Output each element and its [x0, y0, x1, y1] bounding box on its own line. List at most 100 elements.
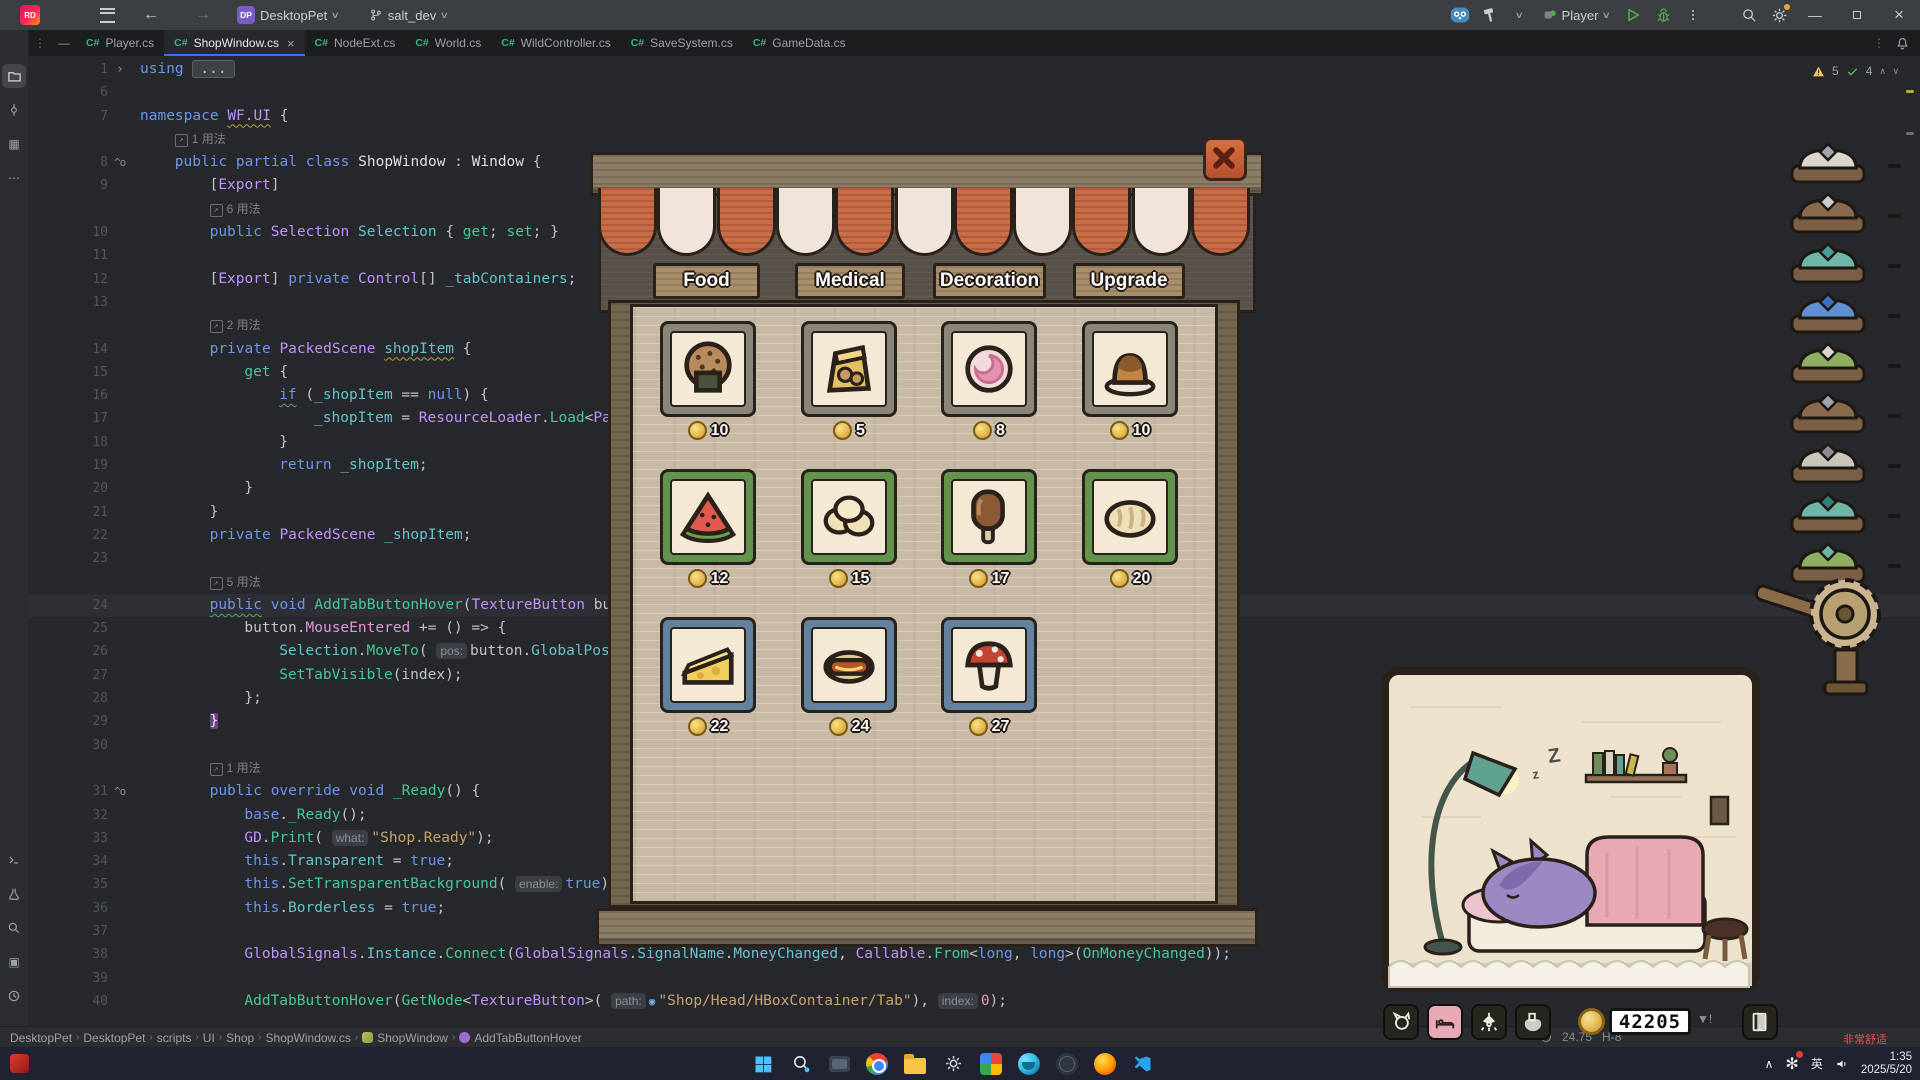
language-indicator[interactable]: 英 — [1811, 1055, 1823, 1072]
taskbar-app-globe[interactable] — [1055, 1052, 1079, 1076]
line-number[interactable]: 20 — [28, 477, 108, 500]
line-number[interactable]: 18 — [28, 431, 108, 454]
override-marker-icon[interactable]: ^o — [114, 780, 126, 803]
rail-item-flask[interactable] — [2, 882, 26, 906]
taskbar-app-store[interactable] — [979, 1052, 1003, 1076]
breadcrumb-item[interactable]: › ShopWindow.cs — [258, 1031, 351, 1045]
line-number[interactable]: 15 — [28, 361, 108, 384]
taskbar-app-windows[interactable] — [751, 1052, 775, 1076]
rider-logo-icon[interactable]: RD — [20, 5, 40, 25]
collectible-cake[interactable] — [1782, 490, 1874, 536]
breadcrumb-item[interactable]: DesktopPet — [10, 1031, 72, 1045]
line-number[interactable]: 39 — [28, 967, 108, 990]
minimize-button[interactable]: — — [1794, 0, 1836, 30]
maximize-button[interactable] — [1836, 0, 1878, 30]
editor-tab-player-cs[interactable]: C# Player.cs — [76, 30, 164, 56]
hud-button-lamp[interactable] — [1471, 1004, 1507, 1040]
line-number[interactable]: 34 — [28, 850, 108, 873]
collectible-cake[interactable] — [1782, 140, 1874, 186]
usages-lens-label[interactable]: 1 用法 — [192, 132, 226, 146]
shop-tab-decoration[interactable]: Decoration — [933, 263, 1046, 299]
shop-item-popsicle[interactable] — [941, 469, 1037, 565]
rail-item-build[interactable]: ▣ — [2, 950, 26, 974]
line-number[interactable]: 11 — [28, 244, 108, 267]
line-number[interactable]: 33 — [28, 827, 108, 850]
line-number[interactable]: 26 — [28, 640, 108, 663]
override-marker-icon[interactable]: ^o — [114, 151, 126, 174]
usages-lens-label[interactable]: 6 用法 — [227, 202, 261, 216]
rail-item-more[interactable]: ⋯ — [2, 166, 26, 190]
editor-tab-shopwindow-cs[interactable]: C# ShopWindow.cs × — [164, 30, 305, 56]
rail-item-history[interactable] — [2, 984, 26, 1008]
line-number[interactable]: 25 — [28, 617, 108, 640]
collectible-cake[interactable] — [1782, 290, 1874, 336]
tray-ime-icon[interactable]: ✻ — [1785, 1050, 1804, 1074]
line-number[interactable]: 32 — [28, 804, 108, 827]
editor-tab-wildcontroller-cs[interactable]: C# WildController.cs — [491, 30, 620, 56]
breadcrumb-item[interactable]: › ShopWindow — [355, 1031, 448, 1045]
breadcrumb-item[interactable]: › AddTabButtonHover — [452, 1031, 582, 1045]
shop-item-mushroom[interactable] — [941, 617, 1037, 713]
shop-tab-upgrade[interactable]: Upgrade — [1073, 263, 1185, 299]
line-number[interactable]: 9 — [28, 174, 108, 197]
run-button[interactable] — [1618, 0, 1648, 30]
run-configuration-selector[interactable]: Player ∨ — [1535, 0, 1618, 30]
tray-chevron-up-icon[interactable]: ∧ — [1765, 1057, 1774, 1071]
hud-button-toilet[interactable] — [1515, 1004, 1551, 1040]
shop-item-hotdog[interactable] — [801, 617, 897, 713]
taskbar-app-settings[interactable] — [941, 1052, 965, 1076]
shop-item-pudding[interactable] — [1082, 321, 1178, 417]
gear-contraption[interactable] — [1747, 542, 1897, 702]
more-actions-icon[interactable] — [1678, 0, 1708, 30]
rail-item-terminal[interactable] — [2, 848, 26, 872]
breadcrumb-item[interactable]: › DesktopPet — [76, 1031, 145, 1045]
rail-item-folder[interactable] — [2, 64, 26, 88]
chevron-down-icon[interactable]: ∨ — [1505, 0, 1535, 30]
line-number[interactable]: 24 — [28, 594, 108, 617]
usages-lens-label[interactable]: 5 用法 — [227, 575, 261, 589]
line-number[interactable]: 19 — [28, 454, 108, 477]
line-number[interactable]: 8 — [28, 151, 108, 174]
close-tab-icon[interactable]: × — [287, 36, 295, 51]
usages-lens-label[interactable]: 1 用法 — [227, 761, 261, 775]
editor-tab-world-cs[interactable]: C# World.cs — [405, 30, 491, 56]
line-number[interactable]: 31 — [28, 780, 108, 803]
tab-options-icon[interactable]: ⋮ — [1873, 36, 1885, 50]
forward-button[interactable]: → — [177, 6, 229, 24]
line-number[interactable]: 16 — [28, 384, 108, 407]
hide-toolwindow-icon[interactable]: — — [52, 30, 76, 56]
notifications-bell-icon[interactable] — [1895, 36, 1910, 51]
shop-item-dumpling[interactable] — [801, 469, 897, 565]
editor-tab-nodeext-cs[interactable]: C# NodeExt.cs — [305, 30, 406, 56]
shop-tab-food[interactable]: Food — [653, 263, 760, 299]
breadcrumb-item[interactable]: › Shop — [219, 1031, 254, 1045]
line-number[interactable]: 36 — [28, 897, 108, 920]
line-number[interactable]: 30 — [28, 734, 108, 757]
taskbar-app-vscode[interactable] — [1131, 1052, 1155, 1076]
line-number[interactable]: 21 — [28, 501, 108, 524]
rail-item-commit[interactable] — [2, 98, 26, 122]
line-number[interactable]: 7 — [28, 105, 108, 128]
taskbar-pinned-app-icon[interactable] — [10, 1054, 29, 1073]
taskbar-app-search[interactable] — [789, 1052, 813, 1076]
collectible-cake[interactable] — [1782, 390, 1874, 436]
main-menu-icon[interactable] — [100, 7, 115, 23]
line-number[interactable]: 6 — [28, 81, 108, 104]
project-selector[interactable]: DP DesktopPet ∨ — [229, 0, 347, 30]
line-number[interactable]: 22 — [28, 524, 108, 547]
shop-tab-medical[interactable]: Medical — [795, 263, 905, 299]
branch-selector[interactable]: salt_dev ∨ — [361, 0, 456, 30]
fold-arrow-icon[interactable]: › — [116, 58, 124, 81]
shop-close-button[interactable] — [1203, 137, 1247, 181]
line-number[interactable]: 40 — [28, 990, 108, 1013]
line-number[interactable]: 12 — [28, 268, 108, 291]
line-number[interactable]: 23 — [28, 547, 108, 570]
editor-tab-savesystem-cs[interactable]: C# SaveSystem.cs — [621, 30, 743, 56]
settings-gear-icon[interactable] — [1764, 0, 1794, 30]
rail-item-structure[interactable]: ▦ — [2, 132, 26, 156]
line-number[interactable]: 10 — [28, 221, 108, 244]
build-hammer-icon[interactable] — [1475, 0, 1505, 30]
breadcrumb-item[interactable]: › UI — [195, 1031, 214, 1045]
taskbar-app-firefox[interactable] — [1093, 1052, 1117, 1076]
line-number[interactable]: 17 — [28, 407, 108, 430]
